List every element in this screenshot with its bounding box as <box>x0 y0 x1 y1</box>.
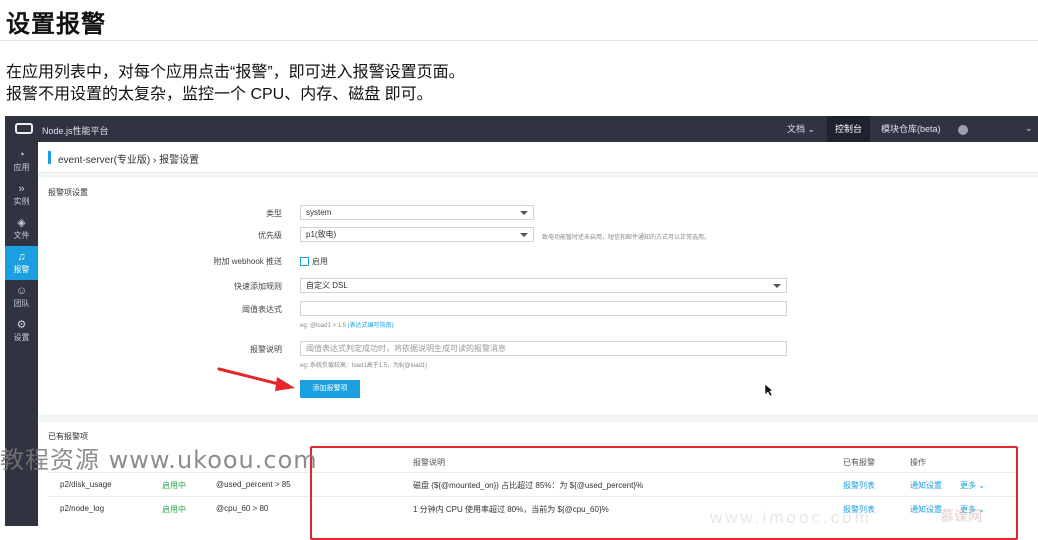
breadcrumb-bar: event-server(专业版) › 报警设置 <box>38 142 1038 173</box>
chevron-down-icon: ⌄ <box>807 124 816 134</box>
alert-status: 启用中 <box>162 505 186 514</box>
team-icon: ☺ <box>15 285 28 297</box>
sidebar-item-label: 应用 <box>13 163 30 172</box>
user-menu-chevron-icon[interactable]: ⌄ <box>1025 123 1033 134</box>
caret-down-icon <box>520 211 528 215</box>
sidebar-item-label: 文件 <box>13 231 30 240</box>
alert-expr: @used_percent > 85 <box>216 480 291 489</box>
nav-console[interactable]: 控制台 <box>827 116 871 142</box>
desc-label: 报警说明 <box>250 345 282 354</box>
top-navbar: Node.js性能平台 文档 ⌄ 控制台 模块仓库(beta) ⌄ <box>5 116 1038 142</box>
threshold-hint: eg: @load1 > 1.5 (表达式编写指南) <box>300 320 394 329</box>
caret-down-icon <box>773 284 781 288</box>
threshold-hint-text: eg: @load1 > 1.5 <box>300 323 346 329</box>
sidebar-item-label: 团队 <box>13 299 30 308</box>
desc-input[interactable]: 阈值表达式判定成功时，将依据说明生成可读的报警消息 <box>300 341 787 356</box>
slide-title: 设置报警 <box>6 11 106 38</box>
alert-name: p2/disk_usage <box>60 480 112 489</box>
sidebar-item-apps[interactable]: ◔ 应用 <box>5 144 38 178</box>
bell-icon: ♫ <box>17 251 26 263</box>
gear-icon: ⚙ <box>16 319 27 331</box>
breadcrumb[interactable]: event-server(专业版) › 报警设置 <box>58 151 199 166</box>
threshold-input[interactable] <box>300 301 787 316</box>
priority-select[interactable]: p1(致电) <box>300 227 534 242</box>
priority-value: p1(致电) <box>306 230 337 239</box>
nav-modules[interactable]: 模块仓库(beta) <box>873 116 949 142</box>
title-divider <box>0 40 1038 41</box>
sidebar-item-label: 实例 <box>13 197 30 206</box>
sidebar-item-label: 报警 <box>13 265 30 274</box>
alert-status: 启用中 <box>162 481 186 490</box>
gauge-icon: ◔ <box>18 149 25 161</box>
avatar-icon <box>958 124 968 135</box>
priority-label: 优先级 <box>258 231 282 240</box>
alert-expr: @cpu_60 > 80 <box>216 504 269 513</box>
threshold-label: 阈值表达式 <box>242 305 282 314</box>
app-title: Node.js性能平台 <box>42 126 109 136</box>
watermark: 教程资源 www.ukoou.com <box>0 446 318 474</box>
type-label: 类型 <box>266 209 282 218</box>
logo-icon[interactable] <box>15 123 33 134</box>
description-line-1: 在应用列表中，对每个应用点击“报警”，即可进入报警设置页面。 <box>6 64 465 81</box>
quick-rule-value: 自定义 DSL <box>306 281 348 290</box>
mouse-cursor-icon <box>764 383 774 397</box>
webhook-option-label: 启用 <box>312 257 328 266</box>
sidebar-item-alerts[interactable]: ♫ 报警 <box>5 246 38 280</box>
layers-icon: ◈ <box>17 217 26 229</box>
webhook-label: 附加 webhook 推送 <box>213 257 282 266</box>
sidebar-item-settings[interactable]: ⚙ 设置 <box>5 314 38 348</box>
nav-docs-label: 文档 <box>787 124 806 134</box>
sidebar-item-team[interactable]: ☺ 团队 <box>5 280 38 314</box>
sidebar-item-label: 设置 <box>13 333 30 342</box>
user-avatar[interactable] <box>950 116 976 142</box>
nav-docs[interactable]: 文档 ⌄ <box>779 116 823 142</box>
watermark-imooc: www.imooc.com <box>710 508 872 527</box>
description-line-2: 报警不用设置的太复杂，监控一个 CPU、内存、磁盘 即可。 <box>6 86 433 103</box>
sidebar-item-instances[interactable]: » 实例 <box>5 178 38 212</box>
quick-rule-label: 快速添加规则 <box>234 282 282 291</box>
caret-down-icon <box>520 233 528 237</box>
desc-hint: eg: 系统负载较高：load1高于1.5，为${@load1} <box>300 363 428 369</box>
watermark-imooc-logo: 慕课网 <box>940 508 982 524</box>
priority-hint: 致电功能暂时还未启用，短信和邮件通知的方式可以正常选用。 <box>542 235 711 241</box>
threshold-guide-link[interactable]: (表达式编写指南) <box>348 323 394 329</box>
type-select[interactable]: system <box>300 205 534 220</box>
alert-name: p2/node_log <box>60 504 105 513</box>
form-section-title: 报警项设置 <box>48 188 88 197</box>
type-value: system <box>306 208 332 217</box>
alert-form-panel: 报警项设置 类型 system 优先级 p1(致电) 致电功能暂时还未启用，短信… <box>38 178 1038 414</box>
breadcrumb-accent <box>48 151 51 164</box>
webhook-checkbox[interactable] <box>300 257 309 266</box>
red-arrow-icon <box>217 367 295 391</box>
chevrons-icon: » <box>18 183 25 195</box>
sidebar-item-files[interactable]: ◈ 文件 <box>5 212 38 246</box>
add-alert-button[interactable]: 添加报警项 <box>300 380 360 398</box>
quick-rule-select[interactable]: 自定义 DSL <box>300 278 787 293</box>
